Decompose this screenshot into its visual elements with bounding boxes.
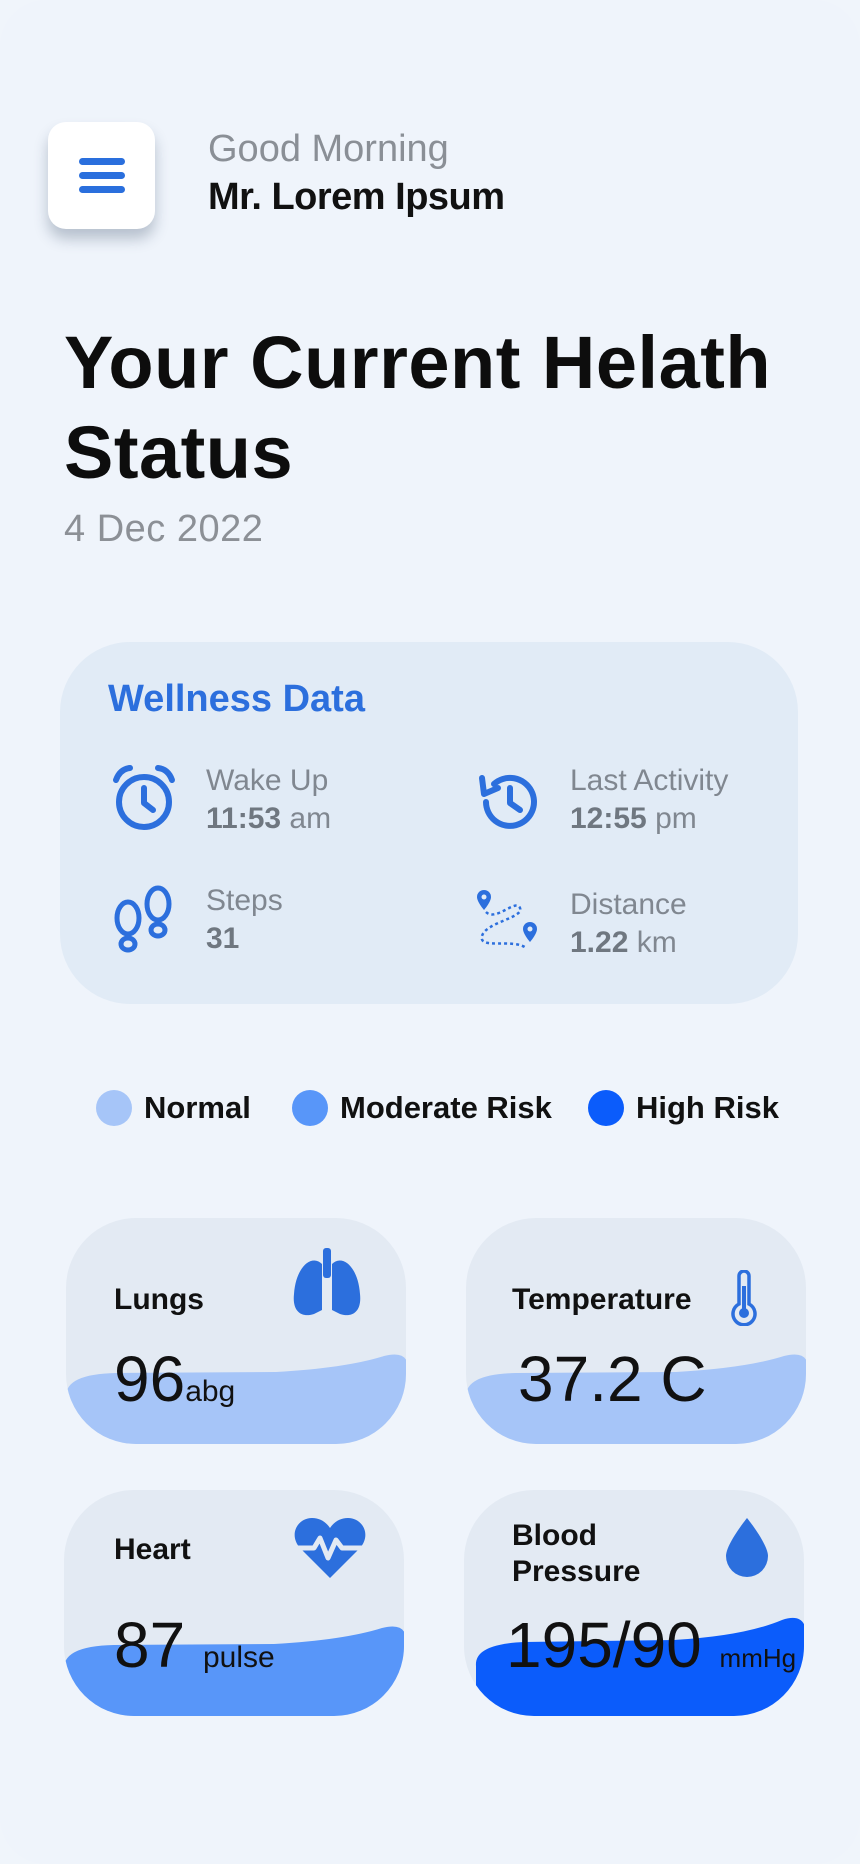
heart-card[interactable]: Heart 87 pulse xyxy=(64,1490,404,1716)
card-name: Blood Pressure xyxy=(512,1519,641,1588)
card-name: Temperature xyxy=(512,1283,692,1316)
legend-dot xyxy=(588,1090,624,1126)
footsteps-icon xyxy=(114,885,172,953)
risk-legend: Normal Moderate Risk High Risk xyxy=(0,1090,860,1140)
legend-high-risk: High Risk xyxy=(588,1090,779,1126)
blood-pressure-card[interactable]: Blood Pressure 195/90 mmHg xyxy=(464,1490,804,1716)
wellness-value: 12:55 pm xyxy=(570,802,697,835)
thermometer-icon xyxy=(731,1270,757,1326)
card-value: 87 pulse xyxy=(114,1609,275,1681)
card-name: Heart xyxy=(114,1533,191,1566)
lungs-card[interactable]: Lungs 96abg xyxy=(66,1218,406,1444)
history-icon xyxy=(479,774,537,829)
heart-pulse-icon xyxy=(292,1518,368,1578)
lungs-icon xyxy=(293,1248,361,1316)
card-name: Lungs xyxy=(114,1283,204,1316)
card-value: 96abg xyxy=(114,1343,236,1415)
wellness-label: Steps xyxy=(206,884,283,917)
wellness-title: Wellness Data xyxy=(108,678,365,720)
app-screen: Good Morning Mr. Lorem Ipsum Your Curren… xyxy=(0,0,860,1864)
card-value: 195/90 mmHg xyxy=(506,1609,797,1681)
alarm-clock-icon xyxy=(113,765,175,830)
wellness-label: Last Activity xyxy=(570,764,729,797)
blood-drop-icon xyxy=(726,1518,768,1577)
page-title: Your Current Helath Status xyxy=(64,321,772,494)
hamburger-menu-icon[interactable] xyxy=(48,122,155,229)
legend-dot xyxy=(292,1090,328,1126)
greeting: Good Morning xyxy=(208,128,449,170)
wellness-value: 11:53 am xyxy=(206,802,332,835)
page-date: 4 Dec 2022 xyxy=(64,508,264,550)
legend-dot xyxy=(96,1090,132,1126)
legend-normal: Normal xyxy=(96,1090,251,1126)
wellness-value: 31 xyxy=(206,922,240,955)
card-value: 37.2 C xyxy=(518,1343,707,1415)
wellness-card[interactable]: Wellness Data Wake Up 11:53 am Last Acti… xyxy=(60,642,798,1004)
wellness-label: Distance xyxy=(570,888,687,921)
temperature-card[interactable]: Temperature 37.2 C xyxy=(466,1218,806,1444)
user-name: Mr. Lorem Ipsum xyxy=(208,176,505,218)
wellness-label: Wake Up xyxy=(206,764,329,797)
route-icon xyxy=(477,890,537,950)
wellness-value: 1.22 km xyxy=(570,926,677,959)
legend-moderate-risk: Moderate Risk xyxy=(292,1090,552,1126)
